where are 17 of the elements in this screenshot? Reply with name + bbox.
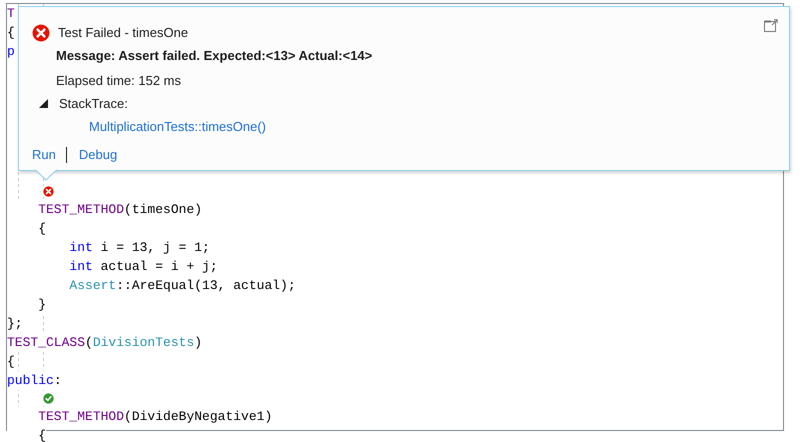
code-line: TEST_METHOD(timesOne) bbox=[7, 200, 783, 219]
code-line: Assert::AreEqual(13, actual); bbox=[7, 276, 783, 295]
code-line: { bbox=[7, 219, 783, 238]
popup-title: Test Failed - timesOne bbox=[58, 25, 188, 40]
run-link[interactable]: Run bbox=[32, 147, 56, 162]
error-message: Message: Assert failed. Expected:<13> Actual:<14> bbox=[56, 48, 372, 63]
stack-frame-link[interactable]: MultiplicationTests::timesOne() bbox=[89, 119, 266, 134]
stacktrace-label: StackTrace: bbox=[59, 96, 128, 111]
open-window-icon[interactable] bbox=[764, 19, 778, 32]
code-line: int actual = i + j; bbox=[7, 257, 783, 276]
code-line: { bbox=[7, 426, 783, 442]
code-line: int i = 13, j = 1; bbox=[7, 238, 783, 257]
elapsed-time: Elapsed time: 152 ms bbox=[56, 73, 182, 88]
code-line: } bbox=[7, 295, 783, 314]
debug-link[interactable]: Debug bbox=[78, 147, 118, 162]
expander-icon[interactable] bbox=[39, 99, 48, 108]
code-line: TEST_METHOD(DivideByNegative1) bbox=[7, 407, 783, 426]
